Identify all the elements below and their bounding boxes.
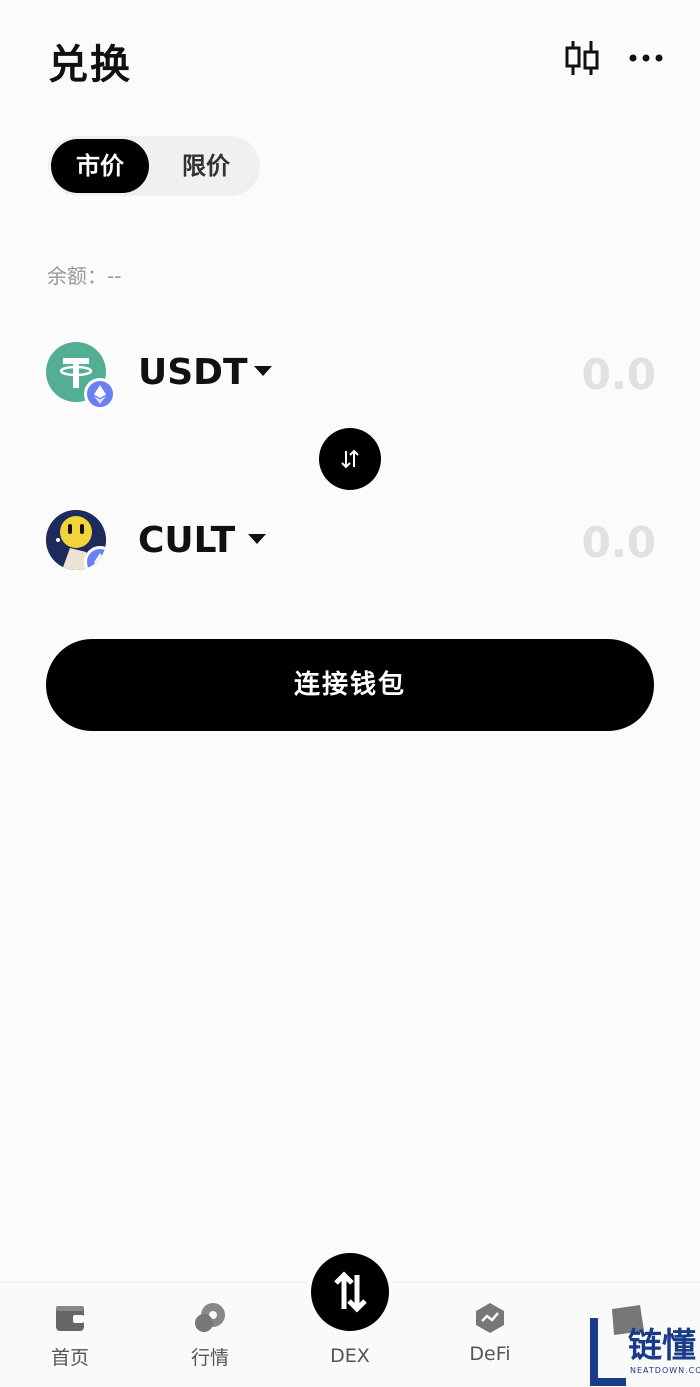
chevron-down-icon[interactable]: [248, 534, 266, 544]
header: 兑换: [0, 0, 700, 120]
watermark-sub: NEATDOWN.COM: [630, 1366, 700, 1375]
candlestick-icon[interactable]: [562, 38, 602, 78]
from-token-symbol[interactable]: USDT: [138, 352, 248, 393]
from-token-row: USDT 0.0: [46, 342, 656, 410]
tab-defi[interactable]: DeFi: [450, 1301, 530, 1381]
swap-icon: [334, 1271, 367, 1313]
market-icon: [195, 1303, 225, 1332]
ethereum-icon: [84, 546, 106, 570]
chevron-down-icon[interactable]: [254, 366, 272, 376]
tab-label: 行情: [190, 1347, 229, 1369]
tab-limit-order[interactable]: 限价: [160, 139, 252, 193]
tab-label: DEX: [330, 1345, 370, 1367]
tab-label: DeFi: [469, 1343, 511, 1365]
ethereum-icon: [84, 378, 116, 410]
usdt-coin-icon[interactable]: [46, 342, 116, 410]
tab-market[interactable]: 行情: [170, 1301, 250, 1381]
page-title: 兑换: [48, 42, 132, 88]
more-icon[interactable]: [626, 38, 666, 78]
order-type-toggle: 市价 限价: [48, 136, 260, 196]
tab-market-order[interactable]: 市价: [51, 139, 149, 193]
watermark-text: 链懂: [628, 1326, 696, 1366]
to-token-row: CULT 0.0: [46, 510, 656, 576]
swap-arrows-icon: [341, 449, 359, 469]
from-amount-input[interactable]: 0.0: [582, 350, 656, 399]
watermark: 链懂 NEATDOWN.COM: [586, 1316, 700, 1387]
tab-label: 首页: [50, 1347, 89, 1369]
cult-coin-icon[interactable]: [46, 510, 106, 570]
to-amount-input[interactable]: 0.0: [582, 518, 656, 567]
watermark-logo-icon: [590, 1318, 626, 1386]
tab-dex[interactable]: [307, 1249, 393, 1335]
defi-icon: [476, 1303, 504, 1333]
wallet-icon: [56, 1306, 84, 1331]
to-token-symbol[interactable]: CULT: [138, 520, 235, 561]
tab-home[interactable]: 首页: [30, 1301, 110, 1381]
swap-direction-button[interactable]: [319, 428, 381, 490]
balance-label: 余额：--: [47, 264, 122, 288]
connect-wallet-button[interactable]: 连接钱包: [46, 639, 654, 731]
